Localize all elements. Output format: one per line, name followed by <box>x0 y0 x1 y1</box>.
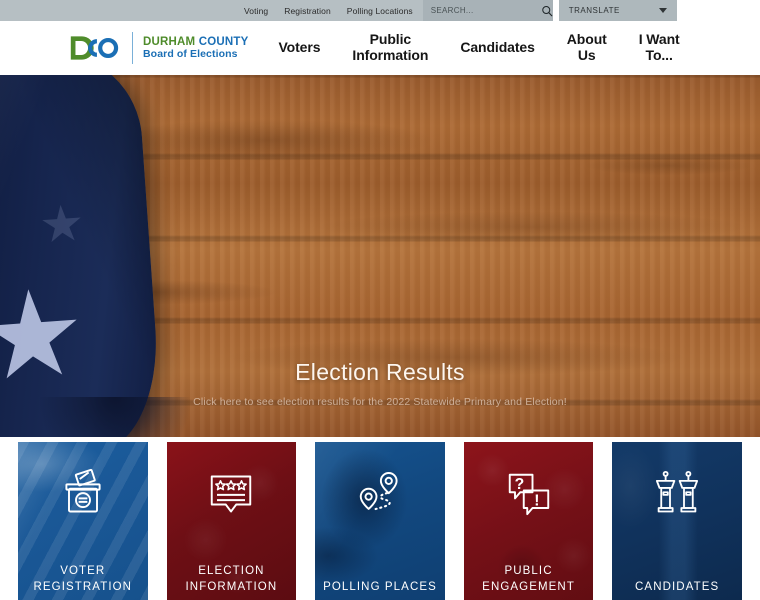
feature-cards: VOTER REGISTRATION ELECTION INFORMATION <box>0 437 760 600</box>
nav-item-about-us[interactable]: About Us <box>551 32 623 63</box>
card-label-line1: POLLING PLACES <box>323 581 437 594</box>
brand-subtitle: Board of Elections <box>143 47 238 60</box>
search-input[interactable] <box>430 6 541 15</box>
nav-item-about-us-line1: About <box>566 31 607 48</box>
card-candidates[interactable]: CANDIDATES <box>612 442 742 600</box>
card-voter-registration-label: VOTER REGISTRATION <box>33 563 132 596</box>
card-polling-places-label: POLLING PLACES <box>323 579 437 596</box>
utility-links: Voting Registration Polling Locations <box>240 0 423 21</box>
utility-bar-left-fill <box>0 0 240 21</box>
nav-item-about-us-line2: Us <box>577 47 596 63</box>
card-public-engagement-label: PUBLIC ENGAGEMENT <box>482 563 575 596</box>
card-label-line1: PUBLIC <box>504 564 553 577</box>
brand-county: COUNTY <box>195 35 249 48</box>
card-candidates-label: CANDIDATES <box>635 579 719 596</box>
hero-caption[interactable]: Election Results Click here to see elect… <box>0 359 760 408</box>
nav-item-candidates-label: Candidates <box>460 39 535 56</box>
utility-bar-right-fill <box>676 0 760 21</box>
map-pins-route-icon <box>359 472 398 511</box>
card-polling-places[interactable]: POLLING PLACES <box>315 442 445 600</box>
card-label-line1: ELECTION <box>198 564 265 577</box>
util-link-polling-locations[interactable]: Polling Locations <box>347 6 413 16</box>
card-label-line2: REGISTRATION <box>33 581 133 594</box>
util-link-registration[interactable]: Registration <box>284 6 331 16</box>
card-label-line2: ENGAGEMENT <box>482 581 575 594</box>
card-election-information-label: ELECTION INFORMATION <box>186 563 278 596</box>
podiums-icon <box>656 470 699 513</box>
svg-text:?: ? <box>514 476 524 493</box>
brand-durham: DURHAM <box>143 35 196 48</box>
card-public-engagement[interactable]: ? ! PUBLIC ENGAGEMENT <box>463 442 594 600</box>
stars-banner-icon <box>211 475 252 513</box>
hero-title: Election Results <box>295 359 465 385</box>
nav-item-public-information-line1: Public <box>369 31 412 48</box>
nav-item-i-want-to-line2: To... <box>645 47 673 63</box>
search-icon[interactable] <box>541 5 553 17</box>
card-label-line1: CANDIDATES <box>635 581 720 594</box>
hero-carousel[interactable]: Election Results Click here to see elect… <box>0 75 760 437</box>
nav-item-voters[interactable]: Voters <box>262 39 336 56</box>
nav-item-public-information-line2: Information <box>352 47 429 63</box>
translate-label: TRANSLATE <box>568 6 620 15</box>
card-voter-registration[interactable]: VOTER REGISTRATION <box>18 442 148 600</box>
nav-item-public-information[interactable]: Public Information <box>336 32 444 63</box>
utility-bar: Voting Registration Polling Locations TR… <box>0 0 760 21</box>
brand[interactable]: DURHAM COUNTY Board of Elections <box>68 32 248 64</box>
dco-logo-icon <box>70 36 119 60</box>
hero-subtitle: Click here to see election results for t… <box>193 396 567 408</box>
brand-line-1: DURHAM COUNTY <box>143 36 248 49</box>
speech-bubbles-icon: ? ! <box>508 473 549 516</box>
util-link-voting[interactable]: Voting <box>244 6 268 16</box>
nav-item-candidates[interactable]: Candidates <box>444 39 550 56</box>
brand-divider <box>132 32 133 64</box>
card-label-line1: VOTER <box>60 564 106 577</box>
brand-text: DURHAM COUNTY Board of Elections <box>143 36 248 61</box>
translate-dropdown[interactable]: TRANSLATE <box>558 0 677 21</box>
nav-item-voters-label: Voters <box>278 39 321 56</box>
nav-item-i-want-to-line1: I Want <box>638 31 680 48</box>
search-box[interactable] <box>422 0 553 21</box>
ballot-box-icon <box>65 468 101 513</box>
nav-item-i-want-to[interactable]: I Want To... <box>623 32 696 63</box>
main-header: DURHAM COUNTY Board of Elections Voters … <box>0 21 760 75</box>
svg-text:!: ! <box>534 492 539 509</box>
card-election-information[interactable]: ELECTION INFORMATION <box>166 442 297 600</box>
chevron-down-icon[interactable] <box>658 8 667 13</box>
main-nav: Voters Public Information Candidates Abo… <box>262 32 695 63</box>
card-label-line2: INFORMATION <box>185 581 278 594</box>
